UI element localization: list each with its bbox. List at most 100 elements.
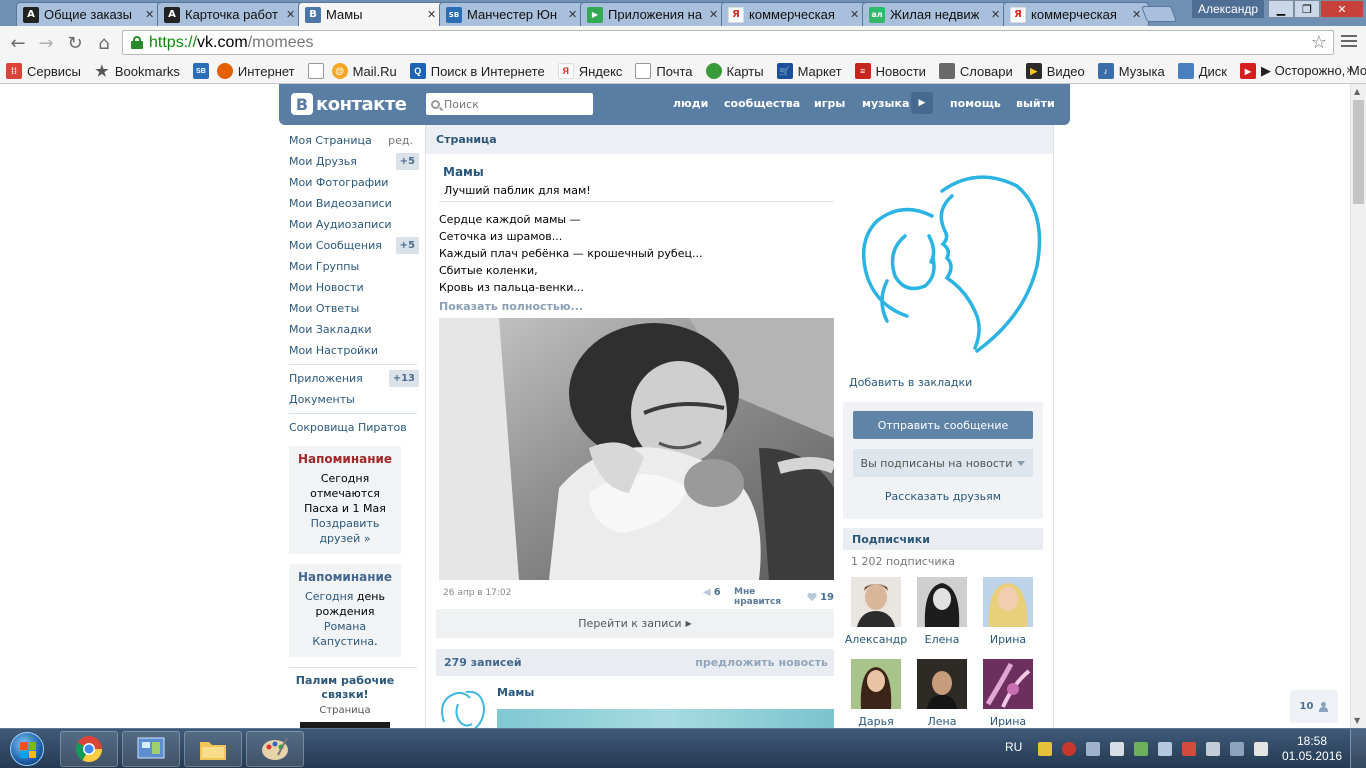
repost-button[interactable]: ◀ 6 <box>703 587 721 598</box>
tab-close-icon[interactable]: ✕ <box>145 8 155 21</box>
update-icon[interactable] <box>1134 742 1148 756</box>
bookmarks-overflow-button[interactable]: » <box>1346 63 1354 78</box>
sidebar-item-answers[interactable]: Мои Ответы <box>283 298 423 319</box>
birthday-person-link[interactable]: Романа Капустина <box>312 620 374 648</box>
flag-icon[interactable] <box>1182 742 1196 756</box>
reload-icon[interactable]: ↻ <box>63 31 87 55</box>
subscription-dropdown[interactable]: Вы подписаны на новости <box>853 449 1033 477</box>
vk-logo[interactable]: В контакте <box>291 93 407 115</box>
network-icon[interactable] <box>1086 742 1100 756</box>
congratulate-link[interactable]: Поздравить друзей » <box>311 517 380 545</box>
forward-arrow-icon[interactable]: → <box>34 31 58 55</box>
tab-close-icon[interactable]: ✕ <box>1132 8 1142 21</box>
sidebar-item-groups[interactable]: Мои Группы <box>283 256 423 277</box>
nav-communities-link[interactable]: сообщества <box>724 97 800 110</box>
subscriber-item[interactable]: Дарья <box>843 659 909 728</box>
bookmark-item[interactable]: ▶ Видео <box>1025 63 1085 79</box>
tab-close-icon[interactable]: ✕ <box>286 8 296 21</box>
browser-tab[interactable]: ал Жилая недвиж ✕ <box>862 2 1008 26</box>
bookmark-item[interactable]: Диск <box>1177 63 1227 79</box>
sidebar-item-pirates[interactable]: Сокровища Пиратов <box>283 417 423 438</box>
bookmark-item[interactable]: Интернет <box>216 63 295 79</box>
taskbar-paint[interactable] <box>246 731 304 767</box>
tab-close-icon[interactable]: ✕ <box>991 8 1001 21</box>
bookmark-item[interactable]: Карты <box>705 63 764 79</box>
edit-link[interactable]: ред. <box>388 134 413 147</box>
bookmark-item[interactable] <box>307 63 324 79</box>
friends-online-widget[interactable]: 10 <box>1290 690 1338 723</box>
home-icon[interactable]: ⌂ <box>92 31 116 55</box>
sidebar-item-news[interactable]: Мои Новости <box>283 277 423 298</box>
subscriber-item[interactable]: Елена <box>909 577 975 646</box>
scroll-up-icon[interactable]: ▲ <box>1354 87 1360 96</box>
show-desktop-button[interactable] <box>1350 729 1366 768</box>
bookmark-star-icon[interactable]: ☆ <box>1311 32 1327 53</box>
post-author-name[interactable]: Мамы <box>497 686 534 699</box>
sidebar-item-docs[interactable]: Документы <box>283 389 423 410</box>
browser-tab[interactable]: A Общие заказы ✕ <box>16 2 162 26</box>
tell-friends-link[interactable]: Рассказать друзьям <box>843 490 1043 503</box>
browser-tab[interactable]: A Карточка работ ✕ <box>157 2 303 26</box>
nav-people-link[interactable]: люди <box>673 97 708 110</box>
subscriber-item[interactable]: Ирина <box>975 659 1041 728</box>
nav-games-link[interactable]: игры <box>814 97 845 110</box>
tab-close-icon[interactable]: ✕ <box>850 8 860 21</box>
nav-music-link[interactable]: музыка <box>862 97 909 110</box>
browser-tab[interactable]: Я коммерческая ✕ <box>721 2 867 26</box>
sidebar-item-apps[interactable]: Приложения +13 <box>283 368 423 389</box>
subscribers-header[interactable]: Подписчики <box>843 528 1043 550</box>
antivirus-icon[interactable] <box>1062 742 1076 756</box>
display-icon[interactable] <box>1206 742 1220 756</box>
browser-tab[interactable]: SB Манчестер Юн ✕ <box>439 2 585 26</box>
tab-close-icon[interactable]: ✕ <box>568 8 578 21</box>
speaker-icon[interactable] <box>1254 742 1268 756</box>
browser-menu-icon[interactable] <box>1341 35 1357 49</box>
taskbar-chrome[interactable] <box>60 731 118 767</box>
clock[interactable]: 18:58 01.05.2016 <box>1282 734 1342 764</box>
sidebar-item-my-page[interactable]: Моя Страница ред. <box>283 130 423 151</box>
sidebar-item-photos[interactable]: Мои Фотографии <box>283 172 423 193</box>
tab-close-icon[interactable]: ✕ <box>427 8 437 21</box>
sidebar-item-videos[interactable]: Мои Видеозаписи <box>283 193 423 214</box>
sidebar-item-messages[interactable]: Мои Сообщения +5 <box>283 235 423 256</box>
new-tab-button[interactable] <box>1141 6 1177 22</box>
browser-tab[interactable]: ▶ Приложения на ✕ <box>580 2 726 26</box>
browser-profile-button[interactable]: Александр <box>1192 0 1264 18</box>
bookmark-item[interactable]: ⁞⁞ Сервисы <box>6 63 81 79</box>
close-window-button[interactable]: ✕ <box>1320 0 1364 18</box>
maximize-window-button[interactable]: ❐ <box>1294 0 1320 18</box>
back-arrow-icon[interactable]: ← <box>6 31 30 55</box>
today-link[interactable]: Сегодня <box>305 590 353 603</box>
nav-help-link[interactable]: помощь <box>950 97 1001 110</box>
browser-tab-active[interactable]: В Мамы ✕ <box>298 2 444 26</box>
bookmark-item[interactable]: @ Mail.Ru <box>331 63 397 79</box>
post-photo[interactable] <box>439 318 834 580</box>
bookmark-item[interactable]: SB <box>192 63 209 79</box>
add-bookmark-link[interactable]: Добавить в закладки <box>849 376 972 389</box>
post-image[interactable] <box>497 709 834 728</box>
send-message-button[interactable]: Отправить сообщение <box>853 411 1033 439</box>
scrollbar-thumb[interactable] <box>1353 100 1364 204</box>
bookmark-item[interactable]: ♪ Музыка <box>1097 63 1165 79</box>
language-indicator[interactable]: RU <box>1005 740 1022 754</box>
go-to-post-button[interactable]: Перейти к записи ▶ <box>436 609 834 638</box>
taskbar-control-panel[interactable] <box>122 731 180 767</box>
taskbar-explorer[interactable] <box>184 731 242 767</box>
scroll-down-icon[interactable]: ▼ <box>1354 716 1360 725</box>
tab-close-icon[interactable]: ✕ <box>709 8 719 21</box>
play-icon[interactable]: ▶ <box>911 92 933 114</box>
subscriber-item[interactable]: Лена <box>909 659 975 728</box>
post-author-avatar[interactable] <box>436 684 488 728</box>
sidebar-item-settings[interactable]: Мои Настройки <box>283 340 423 361</box>
posts-count[interactable]: 279 записей <box>444 656 522 669</box>
nav-logout-link[interactable]: выйти <box>1016 97 1055 110</box>
sidebar-item-audio[interactable]: Мои Аудиозаписи <box>283 214 423 235</box>
sidebar-promo[interactable]: Палим рабочие связки! Страница <box>289 674 401 728</box>
signal-icon[interactable] <box>1230 742 1244 756</box>
browser-tab[interactable]: Я коммерческая ✕ <box>1003 2 1149 26</box>
community-avatar[interactable] <box>847 166 1042 361</box>
vk-search-input[interactable]: Поиск <box>426 93 593 115</box>
start-button[interactable] <box>2 730 52 768</box>
bookmark-item[interactable]: ≡ Новости <box>854 63 926 79</box>
page-scrollbar[interactable]: ▲ ▼ <box>1350 84 1366 728</box>
